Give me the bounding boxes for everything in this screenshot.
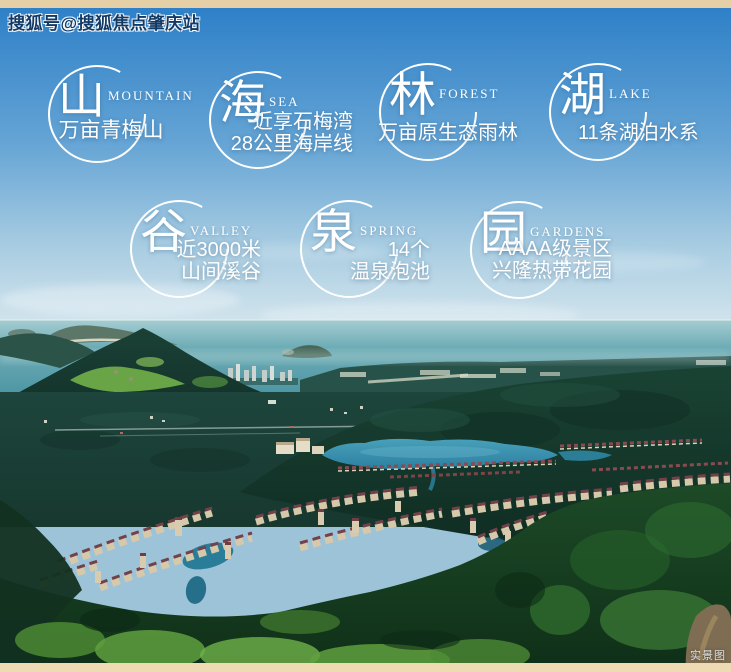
bottom-frame-bar [0, 663, 731, 672]
feature-badge-mountain: 山 MOUNTAIN 万亩青梅山 [46, 63, 148, 165]
badge-subtitle: 14个 温泉泡池 [350, 240, 430, 283]
badge-subtitle-line1: 14个 [350, 240, 430, 262]
top-frame-bar [0, 0, 731, 8]
badge-en-label: FOREST [439, 86, 499, 102]
feature-badge-forest: 林 FOREST 万亩原生态雨林 [377, 61, 479, 163]
promo-poster: 搜狐号@搜狐焦点肇庆站 实景图 山 MOUNTAIN 万亩青梅山 海 SEA 近… [0, 0, 731, 672]
badge-subtitle-line1: 万亩原生态雨林 [378, 123, 518, 145]
feature-badge-lake: 湖 LAKE 11条湖泊水系 [547, 61, 649, 163]
badge-subtitle-line1: 11条湖泊水系 [578, 123, 699, 145]
badge-subtitle-line1: 近享石梅湾 [231, 112, 353, 134]
feature-badge-gardens: 园 GARDENS AAAA级景区 兴隆热带花园 [468, 199, 570, 301]
badge-subtitle: AAAA级景区 兴隆热带花园 [492, 239, 612, 282]
feature-badge-spring: 泉 SPRING 14个 温泉泡池 [298, 198, 400, 300]
badge-subtitle-line2: 山间溪谷 [177, 262, 262, 284]
badge-subtitle: 万亩青梅山 [55, 120, 167, 142]
badge-subtitle-line2: 28公里海岸线 [231, 134, 353, 156]
badge-char: 湖 [559, 73, 606, 120]
badge-en-label: VALLEY [190, 223, 252, 239]
badge-en-label: LAKE [609, 86, 652, 102]
feature-badge-sea: 海 SEA 近享石梅湾 28公里海岸线 [207, 69, 309, 171]
sohu-watermark: 搜狐号@搜狐焦点肇庆站 [8, 9, 200, 34]
feature-badge-valley: 谷 VALLEY 近3000米 山间溪谷 [128, 198, 230, 300]
badge-subtitle-line2: 温泉泡池 [350, 262, 430, 284]
badge-subtitle: 11条湖泊水系 [578, 123, 699, 145]
badge-subtitle-line1: 万亩青梅山 [55, 120, 167, 142]
badge-en-label: SPRING [360, 223, 418, 239]
badge-en-label: SEA [269, 94, 300, 110]
badge-subtitle-line1: 近3000米 [177, 240, 262, 262]
scene-label-watermark: 实景图 [690, 647, 726, 663]
badge-en-label: MOUNTAIN [108, 88, 194, 104]
badge-subtitle-line2: 兴隆热带花园 [492, 261, 612, 283]
badge-subtitle: 万亩原生态雨林 [378, 123, 518, 145]
badge-subtitle: 近享石梅湾 28公里海岸线 [231, 112, 353, 155]
badge-subtitle: 近3000米 山间溪谷 [177, 240, 262, 283]
badge-subtitle-line1: AAAA级景区 [492, 239, 612, 261]
badge-char: 林 [389, 73, 436, 120]
badge-char: 山 [58, 75, 105, 122]
